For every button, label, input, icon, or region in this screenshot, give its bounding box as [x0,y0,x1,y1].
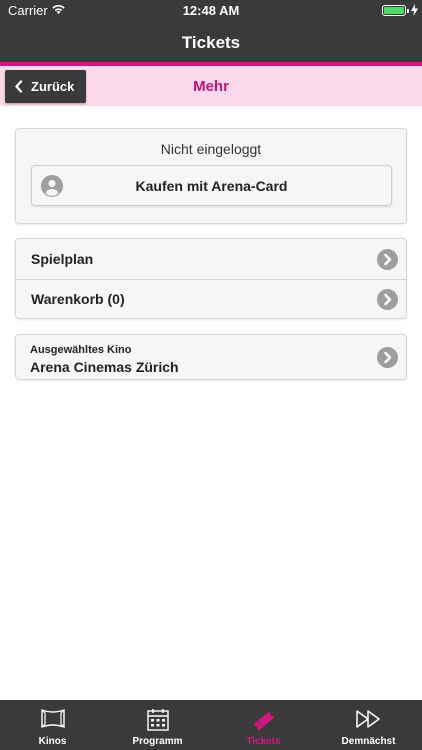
tab-kinos[interactable]: Kinos [0,700,105,750]
chevron-right-icon [377,347,398,373]
menu-list: Spielplan Warenkorb (0) [15,238,407,319]
calendar-icon [105,708,210,732]
tab-label: Programm [132,736,183,747]
tab-bar: Kinos Programm Tickets Demnächst [0,700,422,750]
tab-tickets[interactable]: Tickets [211,700,316,750]
chevron-right-icon [377,289,398,315]
login-status: Nicht eingeloggt [160,141,262,157]
tab-label: Demnächst [341,736,396,747]
ticket-icon [211,708,316,734]
arena-card-button[interactable]: Kaufen mit Arena-Card [31,165,392,206]
login-card: Nicht eingeloggt Kaufen mit Arena-Card [15,128,407,224]
clock: 12:48 AM [182,3,240,18]
tab-demnaechst[interactable]: Demnächst [316,700,421,750]
sub-header: Zurück Mehr [0,66,422,106]
nav-title: Tickets [181,33,241,52]
menu-item-label: Spielplan [31,251,94,267]
tab-programm[interactable]: Programm [105,700,210,750]
selected-cinema-caption: Ausgewähltes Kino [30,344,132,356]
selected-cinema-name: Arena Cinemas Zürich [30,359,179,375]
top-bar: Carrier 12:48 AM Tickets [0,0,422,62]
page-title: Mehr [193,78,229,95]
fast-forward-icon [316,708,421,730]
selected-cinema[interactable]: Ausgewähltes Kino Arena Cinemas Zürich [15,334,407,380]
status-bar: Carrier 12:48 AM [0,0,422,22]
chevron-right-icon [377,249,398,275]
menu-item-label: Warenkorb (0) [31,291,125,307]
charging-bolt-icon [411,4,418,19]
cinema-screen-icon [0,708,105,730]
tab-label: Tickets [246,736,281,747]
battery-cap [407,9,409,13]
arena-card-button-label: Kaufen mit Arena-Card [135,178,288,194]
tab-label: Kinos [38,736,67,747]
menu-item-spielplan[interactable]: Spielplan [16,239,406,279]
menu-item-warenkorb[interactable]: Warenkorb (0) [16,279,406,319]
battery-icon [382,5,406,16]
